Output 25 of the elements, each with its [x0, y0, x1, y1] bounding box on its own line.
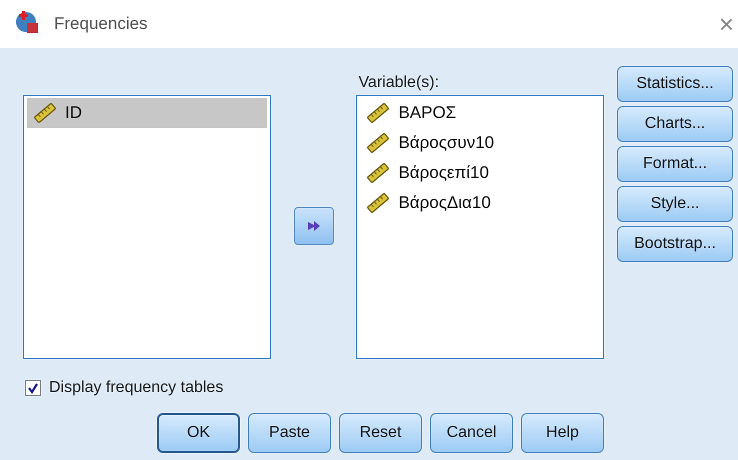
variable-item[interactable]: Βάροςσυν10 — [360, 128, 600, 158]
dialog-button[interactable]: Help — [521, 413, 604, 453]
variables-label: Variable(s): — [358, 74, 440, 93]
move-button[interactable] — [294, 207, 334, 245]
variable-item[interactable]: ID — [27, 98, 267, 128]
checkbox[interactable] — [25, 380, 41, 396]
arrow-icon — [306, 218, 322, 234]
variable-item[interactable]: ΒάροςΔια10 — [360, 188, 600, 218]
dialog-button[interactable]: Paste — [248, 413, 331, 453]
dialog-button[interactable]: OK — [157, 413, 240, 453]
dialog-button[interactable]: Cancel — [430, 413, 513, 453]
source-variable-list[interactable]: ID — [23, 95, 271, 359]
dialog-button[interactable]: Bootstrap... — [617, 226, 734, 262]
close-icon[interactable]: × — [718, 8, 734, 40]
dialog-button[interactable]: Format... — [617, 146, 734, 182]
variable-item[interactable]: ΒΑΡΟΣ — [360, 98, 600, 128]
dialog-button[interactable]: Reset — [339, 413, 422, 453]
variable-item[interactable]: Βάροςεπί10 — [360, 158, 600, 188]
app-icon — [15, 10, 39, 34]
dialog-button[interactable]: Statistics... — [617, 66, 734, 102]
dialog-button[interactable]: Style... — [617, 186, 734, 222]
selected-variable-list[interactable]: ΒΑΡΟΣ Βάροςσυν10 Βάροςεπί10 ΒάροςΔια10 — [356, 95, 604, 359]
window-title: Frequencies — [54, 14, 148, 34]
checkbox-label: Display frequency tables — [49, 379, 224, 397]
dialog-button[interactable]: Charts... — [617, 106, 734, 142]
